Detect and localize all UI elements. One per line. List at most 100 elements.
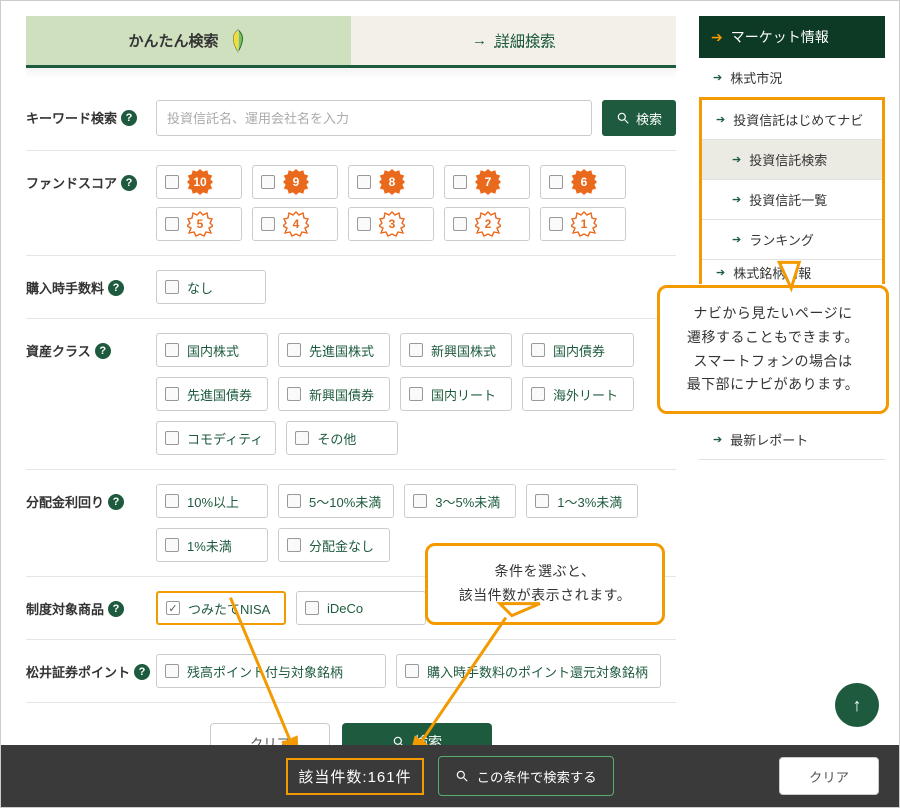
option-label: 購入時手数料のポイント還元対象銘柄: [427, 662, 648, 681]
option-pill[interactable]: 国内株式: [156, 333, 268, 367]
help-icon[interactable]: ?: [108, 601, 124, 617]
sidebar-item-report[interactable]: ➔ 最新レポート: [699, 420, 885, 460]
option-label: 5〜10%未満: [309, 492, 381, 511]
score-badge: 9: [283, 169, 309, 195]
option-label: 新興国株式: [431, 341, 496, 360]
label-points: 松井証券ポイント: [26, 662, 130, 681]
option-pill[interactable]: 10%以上: [156, 484, 268, 518]
checkbox-icon: [357, 217, 371, 231]
option-pill[interactable]: コモディティ: [156, 421, 276, 455]
option-pill[interactable]: 新興国債券: [278, 377, 390, 411]
option-label: 2: [475, 211, 501, 237]
option-pill[interactable]: 1: [540, 207, 626, 241]
sidebar-sub-list[interactable]: ➔ 投資信託一覧: [702, 180, 882, 220]
option-pill[interactable]: 分配金なし: [278, 528, 390, 562]
option-pill[interactable]: なし: [156, 270, 266, 304]
option-label: 先進国株式: [309, 341, 374, 360]
label-dividend: 分配金利回り: [26, 492, 104, 511]
option-pill[interactable]: 残高ポイント付与対象銘柄: [156, 654, 386, 688]
sidebar-item-navi[interactable]: ➔ 投資信託はじめてナビ: [702, 100, 882, 140]
sticky-clear-button[interactable]: クリア: [779, 757, 879, 795]
checkbox-icon: [405, 664, 419, 678]
label-program: 制度対象商品: [26, 599, 104, 618]
option-pill[interactable]: その他: [286, 421, 398, 455]
option-label: 6: [571, 169, 597, 195]
option-label: 10%以上: [187, 492, 239, 511]
option-pill[interactable]: 海外リート: [522, 377, 634, 411]
help-icon[interactable]: ?: [95, 343, 111, 359]
checkbox-icon: [165, 387, 179, 401]
option-pill[interactable]: 新興国株式: [400, 333, 512, 367]
sidebar-group-highlight: ➔ 投資信託はじめてナビ ➔ 投資信託検索 ➔ 投資信託一覧 ➔ ランキング ➔…: [699, 97, 885, 284]
checkbox-icon: [531, 343, 545, 357]
callout-condition: 条件を選ぶと、該当件数が表示されます。: [425, 543, 665, 625]
checkbox-icon: [261, 217, 275, 231]
option-pill[interactable]: 2: [444, 207, 530, 241]
option-label: 3: [379, 211, 405, 237]
tab-detail-search[interactable]: → 詳細検索: [351, 16, 676, 68]
help-icon[interactable]: ?: [121, 175, 137, 191]
option-pill[interactable]: 購入時手数料のポイント還元対象銘柄: [396, 654, 661, 688]
checkbox-icon: [165, 217, 179, 231]
checkbox-icon: [287, 494, 301, 508]
option-pill[interactable]: 国内リート: [400, 377, 512, 411]
option-label: 1〜3%未満: [557, 492, 622, 511]
option-label: 新興国債券: [309, 385, 374, 404]
option-label: iDeCo: [327, 601, 363, 616]
checkbox-icon: [287, 538, 301, 552]
sidebar-item-stock[interactable]: ➔ 株式銘柄情報: [702, 260, 882, 284]
option-pill[interactable]: 5: [156, 207, 242, 241]
help-icon[interactable]: ?: [121, 110, 137, 126]
search-button[interactable]: 検索: [602, 100, 676, 136]
option-label: コモディティ: [187, 429, 263, 448]
option-pill[interactable]: つみたてNISA: [156, 591, 286, 625]
sidebar-item-market[interactable]: ➔ 株式市況: [699, 58, 885, 98]
option-label: つみたてNISA: [188, 599, 270, 618]
help-icon[interactable]: ?: [134, 664, 150, 680]
arrow-right-icon: ➔: [711, 29, 723, 46]
tab-simple-search[interactable]: かんたん検索: [26, 16, 351, 68]
search-input[interactable]: [156, 100, 592, 136]
label-asset: 資産クラス: [26, 341, 91, 360]
option-pill[interactable]: 1%未満: [156, 528, 268, 562]
search-icon: [616, 111, 630, 125]
option-pill[interactable]: 7: [444, 165, 530, 199]
tab-simple-label: かんたん検索: [128, 30, 218, 51]
callout-nav: ナビから見たいページに遷移することもできます。スマートフォンの場合は最下部にナビ…: [657, 285, 889, 414]
sticky-footer: 該当件数:161件 この条件で検索する クリア: [1, 745, 899, 807]
score-badge: 6: [571, 169, 597, 195]
option-pill[interactable]: 国内債券: [522, 333, 634, 367]
option-pill[interactable]: 6: [540, 165, 626, 199]
score-badge: 1: [571, 211, 597, 237]
option-pill[interactable]: iDeCo: [296, 591, 426, 625]
option-pill[interactable]: 3: [348, 207, 434, 241]
checkbox-icon: [549, 217, 563, 231]
arrow-right-icon: ➔: [713, 433, 722, 446]
arrow-up-icon: ↑: [853, 695, 862, 716]
label-fundscore: ファンドスコア: [26, 173, 117, 192]
sidebar-sub-search[interactable]: ➔ 投資信託検索: [702, 140, 882, 180]
option-pill[interactable]: 3〜5%未満: [404, 484, 516, 518]
checkbox-icon: [453, 175, 467, 189]
back-to-top-button[interactable]: ↑: [835, 683, 879, 727]
checkbox-icon: [165, 494, 179, 508]
help-icon[interactable]: ?: [108, 280, 124, 296]
option-label: 8: [379, 169, 405, 195]
arrow-right-icon: ➔: [732, 153, 741, 166]
checkbox-icon: [165, 343, 179, 357]
option-pill[interactable]: 8: [348, 165, 434, 199]
sidebar-sub-ranking[interactable]: ➔ ランキング: [702, 220, 882, 260]
sticky-search-button[interactable]: この条件で検索する: [438, 756, 614, 796]
option-pill[interactable]: 5〜10%未満: [278, 484, 394, 518]
checkbox-icon: [305, 601, 319, 615]
option-pill[interactable]: 1〜3%未満: [526, 484, 638, 518]
option-label: 分配金なし: [309, 536, 374, 555]
option-pill[interactable]: 10: [156, 165, 242, 199]
option-pill[interactable]: 先進国債券: [156, 377, 268, 411]
label-fee: 購入時手数料: [26, 278, 104, 297]
option-pill[interactable]: 先進国株式: [278, 333, 390, 367]
option-label: 7: [475, 169, 501, 195]
help-icon[interactable]: ?: [108, 494, 124, 510]
option-pill[interactable]: 4: [252, 207, 338, 241]
option-pill[interactable]: 9: [252, 165, 338, 199]
